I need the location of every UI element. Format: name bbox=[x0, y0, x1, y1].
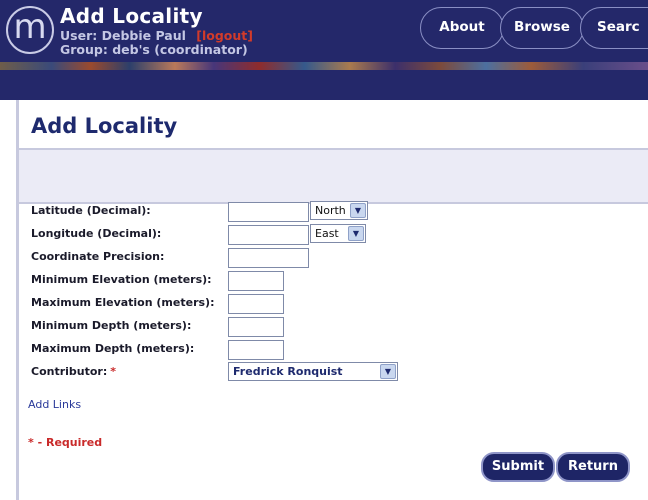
group-prefix: Group: bbox=[60, 42, 108, 57]
logout-link[interactable]: [logout] bbox=[196, 28, 253, 43]
min-depth-row: Minimum Depth (meters): bbox=[0, 315, 640, 337]
latitude-direction-select[interactable]: North ▼ bbox=[310, 201, 368, 220]
min-elevation-row: Minimum Elevation (meters): bbox=[0, 269, 640, 291]
nav-about-button[interactable]: About bbox=[420, 7, 504, 49]
submit-button[interactable]: Submit bbox=[481, 452, 555, 482]
longitude-direction-select[interactable]: East ▼ bbox=[310, 224, 366, 243]
precision-input[interactable] bbox=[228, 248, 309, 268]
latitude-direction-value: North bbox=[315, 204, 346, 217]
app-logo[interactable]: m bbox=[6, 6, 54, 54]
user-prefix: User: bbox=[60, 28, 98, 43]
app-title: Add Locality bbox=[60, 4, 203, 28]
nav-browse-button[interactable]: Browse bbox=[500, 7, 584, 49]
contributor-select[interactable]: Fredrick Ronquist ▼ bbox=[228, 362, 398, 381]
chevron-down-icon[interactable]: ▼ bbox=[380, 364, 396, 379]
contributor-row: Contributor: * Fredrick Ronquist ▼ bbox=[0, 361, 640, 383]
longitude-input[interactable] bbox=[228, 225, 309, 245]
contributor-label: Contributor: * bbox=[31, 361, 116, 383]
max-depth-label: Maximum Depth (meters): bbox=[31, 342, 195, 355]
page-title: Add Locality bbox=[31, 114, 178, 138]
max-depth-input[interactable] bbox=[228, 340, 284, 360]
max-depth-row: Maximum Depth (meters): bbox=[0, 338, 640, 360]
latitude-row: Latitude (Decimal): North ▼ bbox=[0, 200, 640, 222]
longitude-direction-value: East bbox=[315, 227, 339, 240]
group-info: Group: deb's (coordinator) bbox=[60, 42, 248, 57]
add-links-link[interactable]: Add Links bbox=[28, 398, 81, 411]
group-name: deb's (coordinator) bbox=[112, 42, 248, 57]
max-elevation-input[interactable] bbox=[228, 294, 284, 314]
longitude-label: Longitude (Decimal): bbox=[31, 227, 162, 240]
user-name: Debbie Paul bbox=[101, 28, 186, 43]
max-elevation-row: Maximum Elevation (meters): bbox=[0, 292, 640, 314]
required-note: * - Required bbox=[28, 436, 103, 449]
contributor-value: Fredrick Ronquist bbox=[233, 365, 343, 378]
chevron-down-icon[interactable]: ▼ bbox=[350, 203, 366, 218]
header-banner-image bbox=[0, 62, 648, 70]
longitude-row: Longitude (Decimal): East ▼ bbox=[0, 223, 640, 245]
latitude-input[interactable] bbox=[228, 202, 309, 222]
contributor-label-text: Contributor: bbox=[31, 365, 108, 378]
precision-row: Coordinate Precision: bbox=[0, 246, 640, 268]
min-elevation-label: Minimum Elevation (meters): bbox=[31, 273, 212, 286]
app-header: m Add Locality User: Debbie Paul [logout… bbox=[0, 0, 648, 62]
return-button[interactable]: Return bbox=[556, 452, 630, 482]
form-section-band bbox=[19, 150, 648, 204]
nav-search-button[interactable]: Searc bbox=[580, 7, 648, 49]
min-elevation-input[interactable] bbox=[228, 271, 284, 291]
required-marker: * bbox=[110, 365, 117, 378]
user-info: User: Debbie Paul [logout] bbox=[60, 28, 253, 43]
precision-label: Coordinate Precision: bbox=[31, 250, 165, 263]
min-depth-input[interactable] bbox=[228, 317, 284, 337]
latitude-label: Latitude (Decimal): bbox=[31, 204, 151, 217]
min-depth-label: Minimum Depth (meters): bbox=[31, 319, 192, 332]
header-band bbox=[0, 70, 648, 100]
max-elevation-label: Maximum Elevation (meters): bbox=[31, 296, 215, 309]
chevron-down-icon[interactable]: ▼ bbox=[348, 226, 364, 241]
